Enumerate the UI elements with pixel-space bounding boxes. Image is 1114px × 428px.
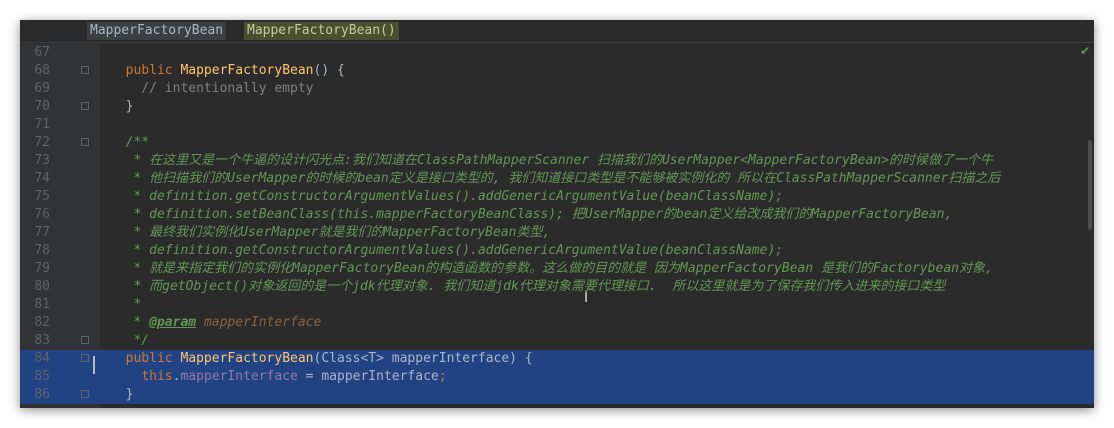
code-text: * 在这里又是一个牛逼的设计闪光点:我们知道在ClassPathMapperSc… <box>110 153 993 168</box>
line-number: 75 <box>34 189 50 204</box>
code-text: * <box>110 297 142 312</box>
code-text: * definition.setBeanClass(this.mapperFac… <box>110 207 953 222</box>
line-number: 85 <box>34 369 50 384</box>
code-text: * 就是来指定我们的实例化MapperFactoryBean的构造函数的参数。这… <box>110 261 993 276</box>
code-text: } <box>110 387 134 402</box>
vertical-scrollbar[interactable] <box>1088 140 1092 230</box>
fold-marker-icon[interactable] <box>81 336 89 344</box>
code-line[interactable]: 86 } <box>20 386 1094 404</box>
code-text: */ <box>110 333 150 348</box>
code-line[interactable]: 84 public MapperFactoryBean(Class<T> map… <box>20 350 1094 368</box>
code-text: * 最终我们实例化UserMapper就是我们的MapperFactoryBea… <box>110 225 551 240</box>
code-line[interactable]: 70 } <box>20 98 1094 116</box>
breadcrumb-class[interactable]: MapperFactoryBean <box>87 22 227 40</box>
line-number: 83 <box>34 333 50 348</box>
line-number: 78 <box>34 243 50 258</box>
breadcrumb-method[interactable]: MapperFactoryBean() <box>244 22 399 40</box>
line-number: 67 <box>34 45 50 60</box>
code-text: * @param mapperInterface <box>110 315 322 330</box>
line-number: 77 <box>34 225 50 240</box>
line-number: 68 <box>34 63 50 78</box>
fold-marker-icon[interactable] <box>81 102 89 110</box>
code-text: public MapperFactoryBean() { <box>125 63 345 78</box>
line-number: 74 <box>34 171 50 186</box>
code-line[interactable]: 79 * 就是来指定我们的实例化MapperFactoryBean的构造函数的参… <box>20 260 1094 278</box>
code-line[interactable]: 71 <box>20 116 1094 134</box>
line-number: 81 <box>34 297 50 312</box>
code-editor[interactable]: MapperFactoryBean MapperFactoryBean() 67… <box>20 20 1094 408</box>
code-line[interactable]: 68 public MapperFactoryBean() { <box>20 62 1094 80</box>
code-text: * 他扫描我们的UserMapper的时候的bean定义是接口类型的, 我们知道… <box>110 171 1001 186</box>
code-line[interactable]: 67 <box>20 44 1094 62</box>
line-number: 80 <box>34 279 50 294</box>
line-number: 72 <box>34 135 50 150</box>
code-text: // intentionally empty <box>110 81 314 96</box>
text-cursor-icon: I <box>584 290 589 306</box>
code-line[interactable]: 77 * 最终我们实例化UserMapper就是我们的MapperFactory… <box>20 224 1094 242</box>
code-text: * definition.getConstructorArgumentValue… <box>110 189 784 204</box>
line-number: 76 <box>34 207 50 222</box>
code-line[interactable]: 85 this.mapperInterface = mapperInterfac… <box>20 368 1094 386</box>
line-number: 79 <box>34 261 50 276</box>
code-area[interactable]: 67 68 public MapperFactoryBean() {69 // i… <box>20 44 1094 408</box>
text-caret <box>93 356 95 374</box>
line-number: 69 <box>34 81 50 96</box>
line-number: 70 <box>34 99 50 114</box>
code-line[interactable]: 73 * 在这里又是一个牛逼的设计闪光点:我们知道在ClassPathMappe… <box>20 152 1094 170</box>
fold-marker-icon[interactable] <box>81 138 89 146</box>
breadcrumb: MapperFactoryBean MapperFactoryBean() <box>20 20 1094 43</box>
code-text: } <box>110 99 134 114</box>
check-icon[interactable]: ✔ <box>1080 44 1090 58</box>
fold-marker-icon[interactable] <box>81 390 89 398</box>
code-line[interactable]: 82 * @param mapperInterface <box>20 314 1094 332</box>
code-line[interactable]: 75 * definition.getConstructorArgumentVa… <box>20 188 1094 206</box>
code-line[interactable]: 74 * 他扫描我们的UserMapper的时候的bean定义是接口类型的, 我… <box>20 170 1094 188</box>
code-text: /** <box>110 135 150 150</box>
code-line[interactable]: 83 */ <box>20 332 1094 350</box>
code-line[interactable]: 72 /** <box>20 134 1094 152</box>
fold-marker-icon[interactable] <box>81 66 89 74</box>
code-line[interactable]: 69 // intentionally empty <box>20 80 1094 98</box>
fold-marker-icon[interactable] <box>81 354 89 362</box>
code-line[interactable]: 76 * definition.setBeanClass(this.mapper… <box>20 206 1094 224</box>
code-text: * 而getObject()对象返回的是一个jdk代理对象. 我们知道jdk代理… <box>110 279 946 294</box>
code-line[interactable]: 81 * <box>20 296 1094 314</box>
line-number: 82 <box>34 315 50 330</box>
line-number: 84 <box>34 351 50 366</box>
line-number: 71 <box>34 117 50 132</box>
code-line[interactable]: 80 * 而getObject()对象返回的是一个jdk代理对象. 我们知道jd… <box>20 278 1094 296</box>
code-text: * definition.getConstructorArgumentValue… <box>110 243 784 258</box>
line-number: 73 <box>34 153 50 168</box>
code-text: public MapperFactoryBean(Class<T> mapper… <box>125 351 533 366</box>
code-line[interactable]: 78 * definition.getConstructorArgumentVa… <box>20 242 1094 260</box>
line-number: 86 <box>34 387 50 402</box>
code-text: this.mapperInterface = mapperInterface; <box>141 369 447 384</box>
